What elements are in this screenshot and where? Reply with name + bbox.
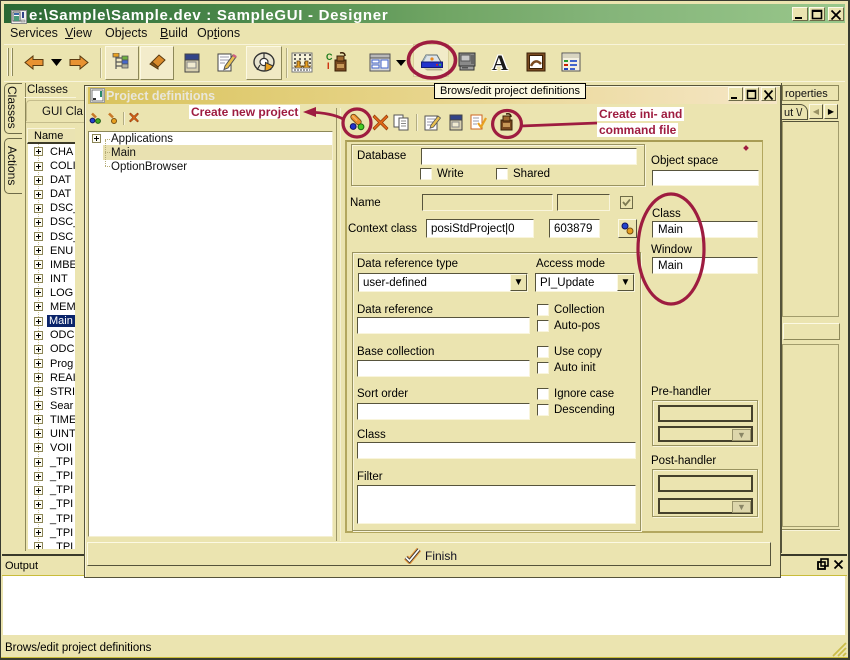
svg-text:I: I xyxy=(327,61,330,71)
